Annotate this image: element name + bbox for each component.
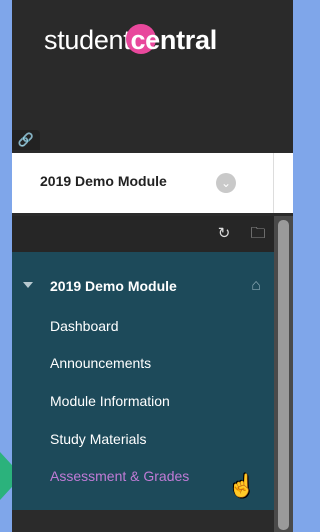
nav-item-module-information[interactable]: Module Information xyxy=(50,393,170,409)
folder-icon[interactable]: 🗀 xyxy=(248,224,268,244)
course-menu-footer xyxy=(12,510,274,532)
hand-pointer-icon: ☝ xyxy=(228,473,256,498)
chevron-down-icon[interactable]: ⌄ xyxy=(216,173,236,193)
module-selector-title: 2019 Demo Module xyxy=(40,173,167,189)
module-selector[interactable]: 2019 Demo Module ⌄ xyxy=(12,153,274,213)
nav-item-assessment-grades[interactable]: Assessment & Grades xyxy=(50,468,189,484)
header: student central 🔗 xyxy=(12,0,293,152)
scrollbar[interactable] xyxy=(274,216,293,532)
nav-item-study-materials[interactable]: Study Materials xyxy=(50,431,146,447)
nav-item-dashboard[interactable]: Dashboard xyxy=(50,318,119,334)
app-window: student central 🔗 2019 Demo Module ⌄ ↻ 🗀 … xyxy=(12,0,293,532)
logo-central-text: central xyxy=(130,25,217,55)
logo-student-text: student xyxy=(44,25,131,55)
course-menu: 2019 Demo Module ⌂ Dashboard Announcemen… xyxy=(12,252,274,510)
scrollbar-thumb[interactable] xyxy=(278,220,289,530)
refresh-icon[interactable]: ↻ xyxy=(214,224,234,244)
nav-toolbar: ↻ 🗀 xyxy=(12,216,274,252)
nav-item-announcements[interactable]: Announcements xyxy=(50,355,151,371)
course-menu-title: 2019 Demo Module xyxy=(50,278,177,294)
link-icon[interactable]: 🔗 xyxy=(12,130,40,150)
collapse-triangle-icon[interactable] xyxy=(23,282,33,288)
course-menu-header[interactable]: 2019 Demo Module ⌂ xyxy=(12,276,274,298)
studentcentral-logo[interactable]: student central xyxy=(44,20,234,60)
home-icon[interactable]: ⌂ xyxy=(246,276,266,296)
module-bar-edge xyxy=(274,153,293,213)
logo-central-wrap: central xyxy=(126,20,217,60)
